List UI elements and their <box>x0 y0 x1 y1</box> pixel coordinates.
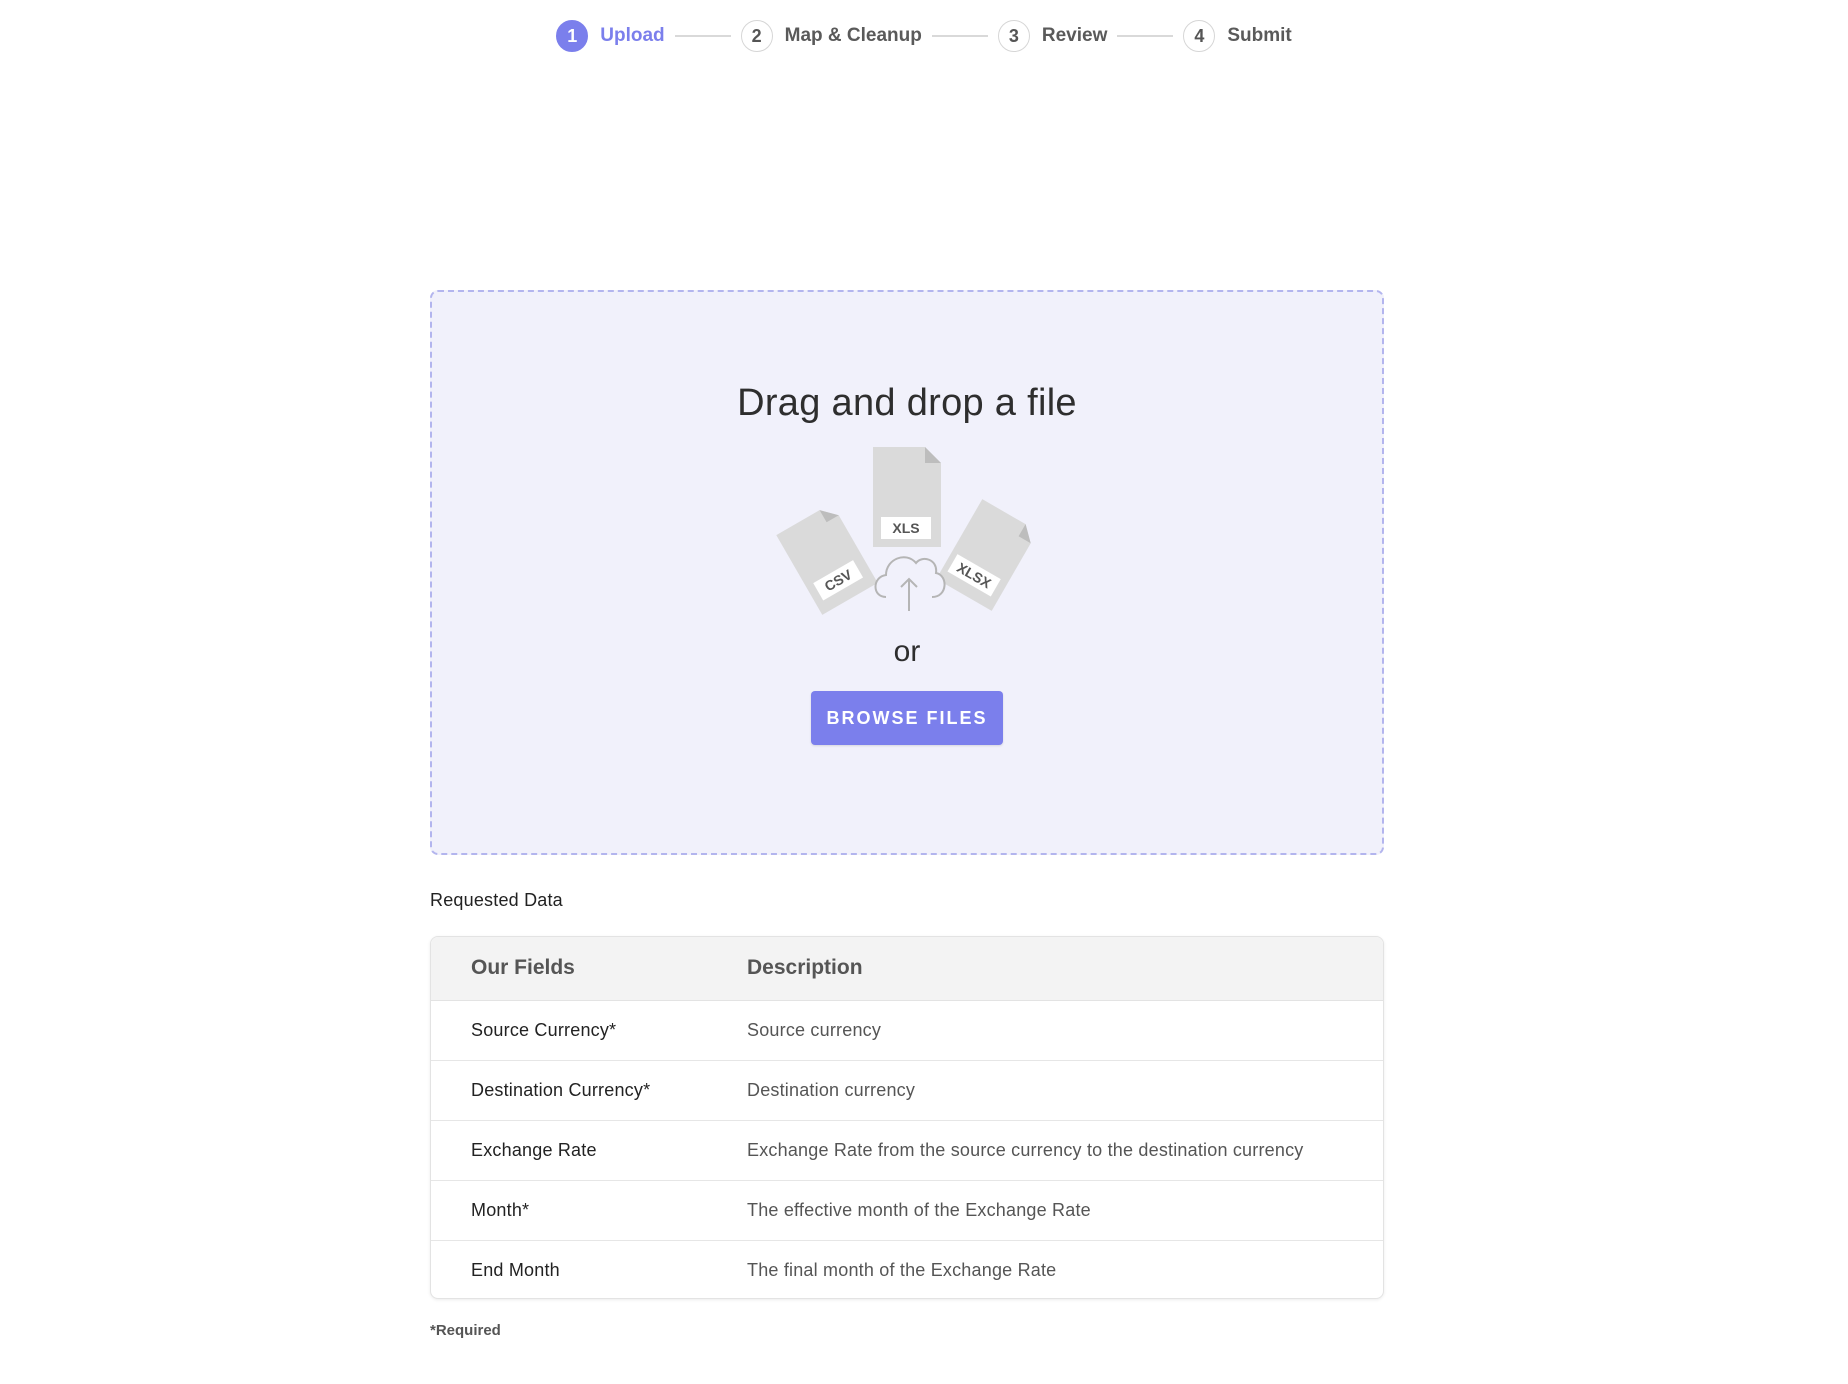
step-map-cleanup[interactable]: 2 Map & Cleanup <box>740 20 922 52</box>
table-row: Source Currency* Source currency <box>431 1000 1383 1060</box>
table-row: Exchange Rate Exchange Rate from the sou… <box>431 1120 1383 1180</box>
table-row: End Month The final month of the Exchang… <box>431 1240 1383 1298</box>
step-number-2: 2 <box>740 20 773 52</box>
step-number-1: 1 <box>556 20 589 52</box>
field-name: Destination Currency* <box>471 1079 651 1100</box>
step-label-submit: Submit <box>1227 25 1292 46</box>
file-dropzone[interactable]: Drag and drop a file CSV XLS XLSX or BRO… <box>430 290 1384 855</box>
requested-data-table: Our Fields Description Source Currency* … <box>430 936 1384 1299</box>
table-row: Destination Currency* Destination curren… <box>431 1060 1383 1120</box>
or-separator: or <box>893 635 921 668</box>
step-submit[interactable]: 4 Submit <box>1183 20 1292 52</box>
dropzone-title: Drag and drop a file <box>737 382 1077 424</box>
browse-files-button[interactable]: BROWSE FILES <box>811 691 1003 745</box>
table-header-row: Our Fields Description <box>431 937 1383 1001</box>
step-label-map-cleanup: Map & Cleanup <box>784 25 922 46</box>
file-label-xls: XLS <box>892 520 919 536</box>
file-types-illustration: CSV XLS XLSX <box>772 447 1042 617</box>
file-types-icon: CSV XLS XLSX <box>776 447 1031 615</box>
field-description: Destination currency <box>747 1079 916 1100</box>
step-number-3: 3 <box>997 20 1030 52</box>
field-description: The effective month of the Exchange Rate <box>747 1199 1091 1220</box>
field-name: Exchange Rate <box>471 1139 597 1160</box>
table-row: Month* The effective month of the Exchan… <box>431 1180 1383 1240</box>
step-upload[interactable]: 1 Upload <box>556 20 665 52</box>
cloud-upload-icon <box>874 556 946 611</box>
step-number-4: 4 <box>1183 20 1216 52</box>
required-note: *Required <box>430 1322 501 1339</box>
upload-page: 1 Upload 2 Map & Cleanup 3 Review 4 Subm… <box>0 0 1848 1384</box>
field-name: Month* <box>471 1199 530 1220</box>
field-description: Source currency <box>747 1019 882 1040</box>
field-name: Source Currency* <box>471 1019 617 1040</box>
field-description: The final month of the Exchange Rate <box>747 1259 1057 1280</box>
stepper: 1 Upload 2 Map & Cleanup 3 Review 4 Subm… <box>0 0 1848 72</box>
column-header-fields: Our Fields <box>431 937 747 1001</box>
step-review[interactable]: 3 Review <box>997 20 1108 52</box>
step-connector <box>931 35 988 37</box>
step-label-review: Review <box>1041 25 1108 46</box>
step-connector <box>1117 35 1174 37</box>
step-label-upload: Upload <box>600 25 665 46</box>
column-header-description: Description <box>747 937 1383 1001</box>
requested-data-title: Requested Data <box>430 890 563 910</box>
field-name: End Month <box>471 1259 560 1280</box>
field-description: Exchange Rate from the source currency t… <box>747 1139 1304 1160</box>
step-connector <box>674 35 731 37</box>
